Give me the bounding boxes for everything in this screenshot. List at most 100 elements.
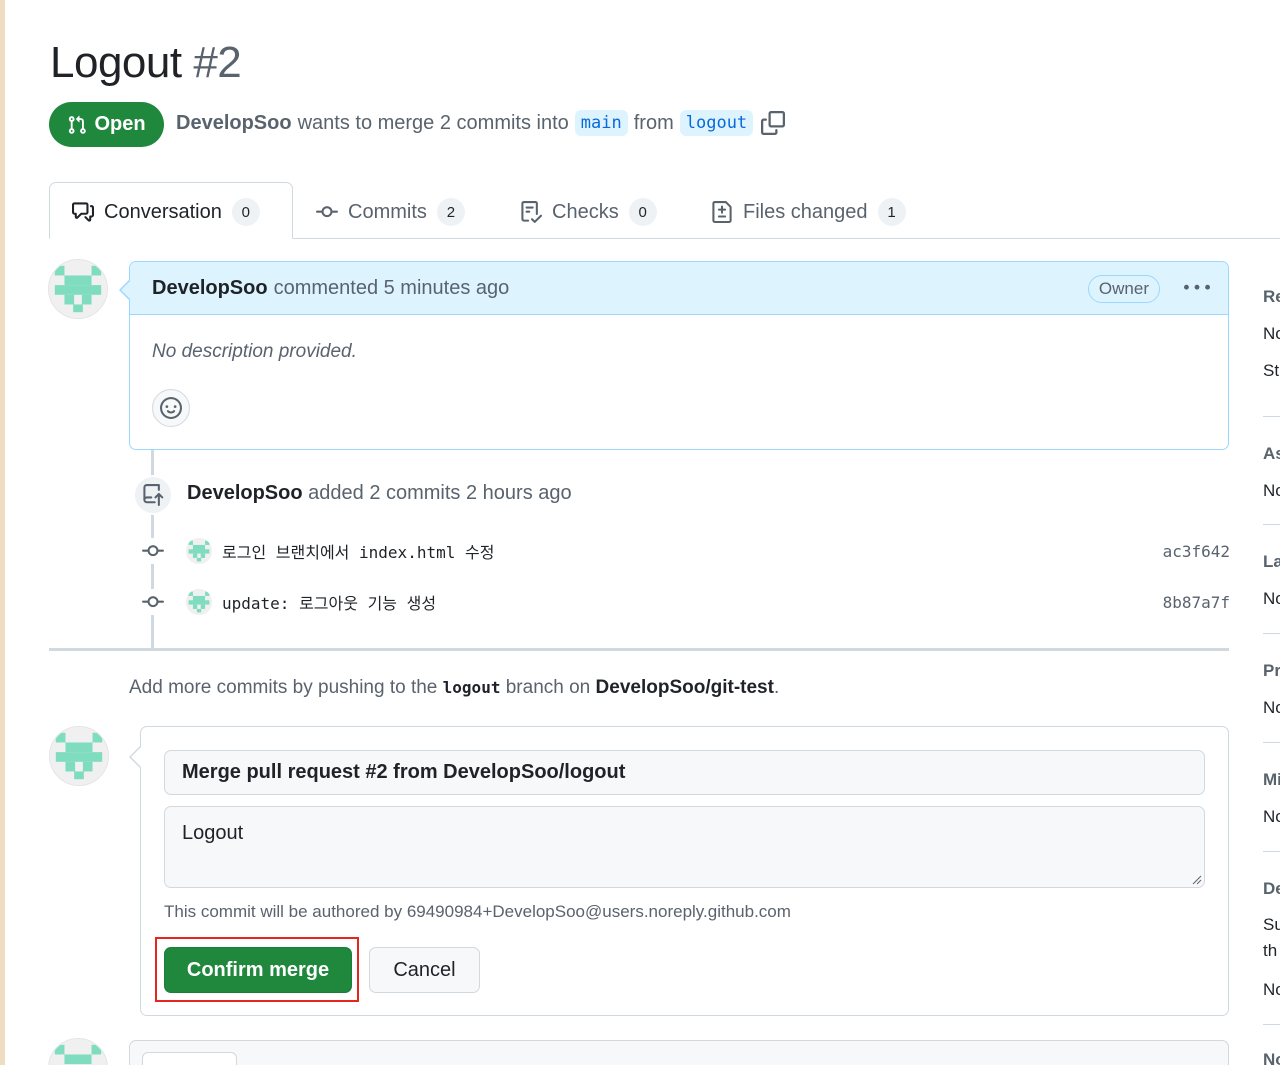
commit-message-link[interactable]: 로그인 브랜치에서 index.html 수정 [222,539,494,563]
state-badge: Open [49,102,164,147]
sidebar-assignees-heading[interactable]: As [1263,444,1280,464]
sidebar-development-heading[interactable]: De [1263,879,1280,899]
pr-author-link[interactable]: DevelopSoo [176,112,292,135]
comment-author-link[interactable]: DevelopSoo [152,277,268,300]
owner-badge: Owner [1087,275,1160,303]
sidebar-projects-heading[interactable]: Pr [1263,661,1280,681]
push-hint-middle: branch on [505,677,591,698]
sidebar-assignees-text: No [1263,481,1280,500]
tab-conversation[interactable]: Conversation 0 [72,196,260,228]
event-author-link[interactable]: DevelopSoo [187,482,303,504]
comment-discussion-icon [72,202,94,222]
avatar[interactable] [48,1038,108,1065]
sidebar-divider [1263,742,1280,743]
add-reaction-button[interactable] [152,389,190,427]
tab-counter: 2 [436,198,465,226]
sidebar-divider [1263,851,1280,852]
comment-caret-fill [121,280,131,300]
tab-label: Checks [552,200,619,223]
git-commit-icon [140,538,166,564]
commit-sha-link[interactable]: ac3f642 [1163,542,1230,561]
avatar[interactable] [48,259,108,319]
copy-icon[interactable] [761,111,786,135]
sidebar-reviewers-heading[interactable]: Re [1263,287,1280,307]
sidebar-development-hint: Su [1263,915,1280,934]
tab-label: Files changed [743,200,868,223]
push-hint-prefix: Add more commits by pushing to the [129,677,438,698]
tab-counter: 0 [231,198,260,226]
git-commit-icon [316,206,338,218]
kebab-horizontal-icon [1184,284,1210,290]
pr-meta: DevelopSoo wants to merge 2 commits into… [176,110,786,136]
sidebar: Re No St As No La No Pr No Mi No De Su t… [1263,0,1280,1065]
identicon [49,1039,107,1065]
file-diff-icon [712,201,732,223]
tab-label: Conversation [104,200,222,223]
pr-number: #2 [193,38,242,87]
sidebar-milestone-text: No [1263,807,1280,826]
window-edge [0,0,5,1065]
repo-push-icon [143,484,164,506]
page-title: Logout #2 [50,38,242,88]
commit-row: update: 로그아웃 기능 생성 8b87a7f [140,586,1230,618]
tab-label: Commits [348,200,427,223]
sidebar-milestone-heading[interactable]: Mi [1263,770,1280,790]
repo-link[interactable]: DevelopSoo/git-test [596,677,774,698]
resize-handle-icon[interactable] [1190,873,1202,885]
push-event-badge [133,475,173,515]
sidebar-labels-heading[interactable]: La [1263,552,1280,572]
avatar[interactable] [186,589,212,615]
sidebar-projects-text: No [1263,698,1280,717]
tab-commits[interactable]: Commits 2 [316,196,465,228]
comment-options-button[interactable] [1182,276,1212,300]
head-branch[interactable]: logout [679,110,754,136]
push-event-text: DevelopSoo added 2 commits 2 hours ago [187,482,572,505]
pr-title: Logout [50,38,182,87]
pr-description-comment: DevelopSoo commented 5 minutes ago Owner… [129,261,1229,450]
push-hint-suffix: . [773,677,780,698]
git-pull-request-icon [69,115,87,134]
git-commit-icon [140,589,166,615]
sidebar-labels-text: No [1263,589,1280,608]
avatar[interactable] [186,538,212,564]
tab-counter: 0 [628,198,657,226]
commit-author-note: This commit will be authored by 69490984… [164,902,791,921]
tab-counter: 1 [877,198,906,226]
tab-files-changed[interactable]: Files changed 1 [711,196,906,228]
merge-text: wants to merge 2 commits into [297,111,569,134]
sidebar-notifications-heading[interactable]: No [1263,1050,1280,1065]
smiley-icon [160,397,182,419]
commit-message-link[interactable]: update: 로그아웃 기능 생성 [222,590,436,614]
timeline-divider [49,648,1229,651]
from-text: from [633,111,674,134]
comment-body: No description provided. [152,341,357,362]
push-hint: Add more commits by pushing to the logou… [129,677,779,699]
commit-row: 로그인 브랜치에서 index.html 수정 ac3f642 [140,535,1230,567]
avatar[interactable] [49,726,109,786]
merge-commit-body-textarea[interactable]: Logout [164,806,1205,888]
merge-commit-title-input[interactable] [164,750,1205,795]
push-hint-branch: logout [442,678,501,697]
sidebar-divider [1263,1024,1280,1025]
cancel-button[interactable]: Cancel [369,947,480,993]
confirm-merge-button[interactable]: Confirm merge [164,947,352,993]
merge-box-caret-fill [131,747,141,767]
commit-sha-link[interactable]: 8b87a7f [1163,593,1230,612]
checklist-icon [521,201,542,223]
identicon [49,260,107,318]
sidebar-development-text: No [1263,980,1280,999]
sidebar-reviewers-text: No [1263,324,1280,343]
sidebar-reviewers-suggestion: St [1263,361,1280,380]
base-branch[interactable]: main [574,110,628,136]
sidebar-divider [1263,416,1280,417]
write-tab[interactable] [142,1052,237,1065]
identicon [50,727,108,785]
sidebar-divider [1263,633,1280,634]
new-comment-box [129,1040,1229,1065]
state-label: Open [94,113,146,135]
comment-timestamp[interactable]: commented 5 minutes ago [274,277,510,300]
event-description[interactable]: added 2 commits 2 hours ago [308,482,572,504]
sidebar-development-hint-2: th [1263,941,1278,960]
sidebar-divider [1263,524,1280,525]
tab-checks[interactable]: Checks 0 [520,196,657,228]
